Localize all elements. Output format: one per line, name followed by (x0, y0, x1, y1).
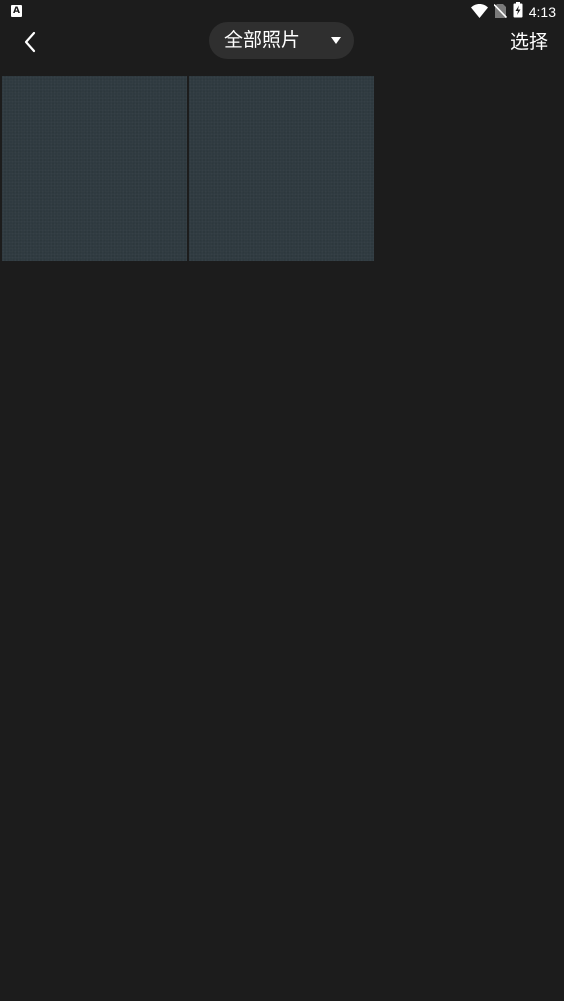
no-sim-icon (493, 3, 507, 22)
album-selector-dropdown[interactable]: 全部照片 (209, 22, 354, 59)
photo-thumbnail-1[interactable] (2, 76, 187, 261)
battery-charging-icon (513, 2, 523, 22)
photo-thumbnail-2[interactable] (189, 76, 374, 261)
top-bar: 全部照片 选择 (0, 22, 564, 68)
select-button[interactable]: 选择 (510, 27, 548, 57)
status-bar: A 4:13 (0, 0, 564, 24)
status-icons: 4:13 (470, 2, 556, 22)
back-button[interactable] (14, 28, 46, 60)
photo-grid (2, 76, 562, 263)
album-selector-label: 全部照片 (224, 29, 301, 51)
keyboard-a-notification-icon: A (11, 5, 22, 17)
wifi-icon (470, 3, 488, 22)
status-time: 4:13 (528, 4, 556, 20)
notification-letter: A (13, 6, 20, 16)
chevron-left-icon (23, 31, 37, 57)
